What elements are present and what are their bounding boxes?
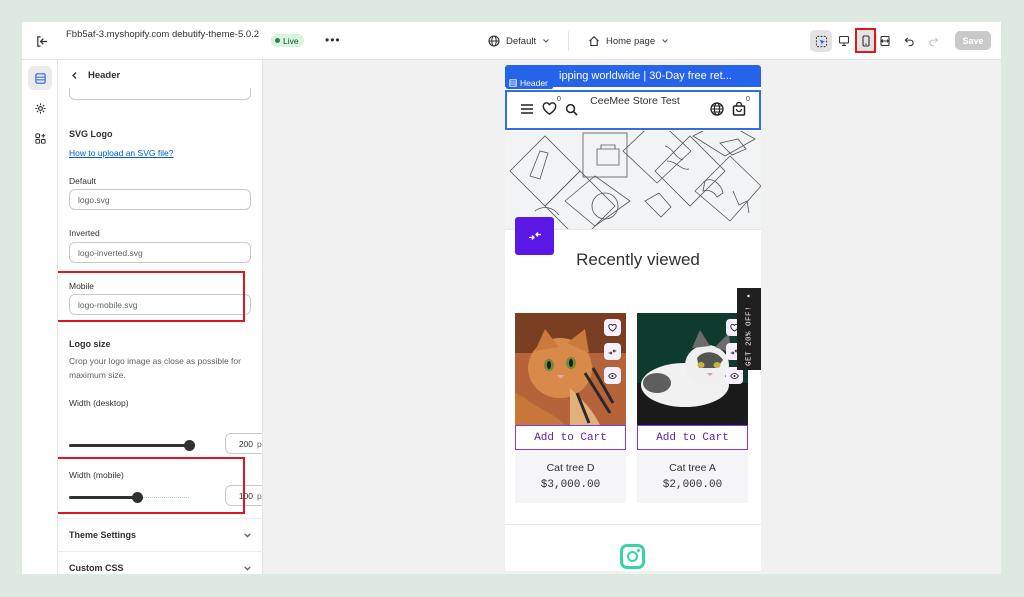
desktop-width-value: 200 — [238, 438, 254, 449]
divider — [505, 524, 761, 525]
header-section-tag: Header — [506, 76, 553, 89]
top-bar: Fbb5af-3.myshopify.com debutify-theme-5.… — [22, 22, 1001, 60]
cart-count: 0 — [746, 96, 750, 103]
mobile-view-highlight — [855, 28, 876, 53]
back-arrow-icon[interactable] — [70, 71, 79, 80]
live-dot-icon — [275, 38, 280, 43]
desktop-width-label: Width (desktop) — [69, 398, 129, 408]
theme-dropdown-label: Default — [506, 35, 537, 47]
globe-icon — [488, 35, 500, 47]
product-name[interactable]: Cat tree A — [637, 462, 748, 474]
chevron-down-icon — [244, 532, 251, 538]
product-price: $3,000.00 — [540, 479, 601, 491]
site-header[interactable]: CeeMee Store Test 0 0 — [505, 90, 761, 130]
section-icon — [509, 78, 517, 87]
undo-button[interactable] — [898, 30, 920, 52]
compare-icon[interactable] — [604, 343, 621, 360]
logo-size-help: Crop your logo image as close as possibl… — [69, 356, 241, 380]
product-price: $2,000.00 — [662, 479, 723, 491]
settings-panel: Header SVG Logo How to upload an SVG fil… — [58, 60, 263, 574]
page-dropdown-label: Home page — [606, 35, 656, 47]
previous-setting-input[interactable] — [69, 88, 251, 100]
cursor-select-icon — [815, 35, 827, 47]
custom-css-accordion[interactable]: Custom CSS — [58, 551, 262, 574]
inverted-logo-field[interactable]: logo-inverted.svg — [69, 242, 251, 263]
chevron-down-icon — [662, 39, 669, 43]
more-actions-button[interactable]: ••• — [325, 33, 341, 47]
apps-icon — [34, 132, 46, 144]
wishlist-count: 0 — [557, 96, 561, 103]
sections-button[interactable] — [28, 66, 52, 90]
save-button[interactable]: Save — [955, 31, 991, 50]
compare-arrows-icon — [528, 232, 541, 240]
desktop-slider-fill — [69, 444, 189, 447]
accordion-label: Custom CSS — [69, 563, 124, 573]
exit-button[interactable] — [32, 32, 50, 50]
search-icon[interactable] — [563, 101, 579, 117]
live-badge-label: Live — [283, 35, 299, 46]
theme-editor: Fbb5af-3.myshopify.com debutify-theme-5.… — [22, 22, 1001, 574]
mobile-preview: ipping worldwide | 30-Day free ret... Ce… — [505, 65, 761, 571]
wishlist-heart-icon[interactable] — [541, 101, 557, 117]
store-name: Fbb5af-3.myshopify.com debutify-theme-5.… — [66, 29, 260, 40]
full-width-icon — [880, 35, 890, 47]
wishlist-heart-icon[interactable] — [604, 319, 621, 336]
cart-bag-icon[interactable] — [731, 101, 747, 117]
svg-logo-heading: SVG Logo — [69, 129, 113, 139]
exit-icon — [36, 35, 47, 47]
menu-icon[interactable] — [519, 101, 535, 117]
live-status-badge: Live — [271, 34, 304, 47]
recently-viewed-heading: Recently viewed — [576, 250, 700, 269]
line-art-illustration — [509, 131, 761, 229]
theme-settings-accordion[interactable]: Theme Settings — [58, 518, 262, 551]
desktop-view-button[interactable] — [833, 30, 855, 52]
panel-header: Header — [58, 60, 262, 90]
desktop-width-unit: px — [257, 438, 262, 449]
desktop-width-input[interactable]: 200 px — [225, 433, 262, 454]
hero-illustration — [505, 131, 761, 229]
header-tag-label: Header — [520, 77, 548, 88]
panel-title: Header — [88, 69, 121, 81]
inspector-toggle-button[interactable] — [810, 30, 832, 52]
divider — [568, 31, 569, 51]
redo-icon — [928, 36, 938, 46]
full-width-view-button[interactable] — [874, 30, 896, 52]
accordion-label: Theme Settings — [69, 530, 137, 540]
inverted-logo-label: Inverted — [69, 228, 100, 238]
chevron-down-icon — [244, 565, 251, 571]
language-globe-icon[interactable] — [709, 101, 725, 117]
desktop-icon — [838, 35, 850, 47]
desktop-slider-handle[interactable] — [184, 440, 195, 451]
default-logo-label: Default — [69, 176, 96, 186]
add-to-cart-button[interactable]: Add to Cart — [515, 425, 626, 450]
announcement-text: ipping worldwide | 30-Day free ret... — [559, 70, 732, 82]
instagram-icon[interactable] — [620, 544, 645, 569]
product-name[interactable]: Cat tree D — [515, 462, 626, 474]
editor-rail — [22, 60, 58, 574]
sections-icon — [34, 72, 46, 84]
svg-help-link[interactable]: How to upload an SVG file? — [69, 148, 173, 158]
quick-view-eye-icon[interactable] — [604, 367, 621, 384]
undo-icon — [904, 36, 914, 46]
gear-icon — [34, 102, 46, 114]
mobile-logo-highlight — [58, 271, 245, 322]
redo-button[interactable] — [922, 30, 944, 52]
mobile-width-unit: px — [257, 490, 262, 501]
mobile-width-highlight — [58, 457, 245, 514]
promo-discount-tab[interactable]: GET 20% OFF! ▸ — [737, 288, 761, 370]
chevron-down-icon — [543, 39, 550, 43]
home-icon — [589, 36, 599, 47]
product-card[interactable]: Add to Cart Cat tree D $3,000.00 — [515, 313, 626, 503]
logo-size-heading: Logo size — [69, 339, 111, 349]
add-to-cart-button[interactable]: Add to Cart — [637, 425, 748, 450]
default-logo-field[interactable]: logo.svg — [69, 189, 251, 210]
page-dropdown[interactable]: Home page — [588, 33, 669, 49]
theme-dropdown[interactable]: Default — [488, 33, 550, 49]
product-card[interactable]: Add to Cart Cat tree A $2,000.00 — [637, 313, 748, 503]
apps-button[interactable] — [28, 126, 52, 150]
theme-settings-button[interactable] — [28, 96, 52, 120]
